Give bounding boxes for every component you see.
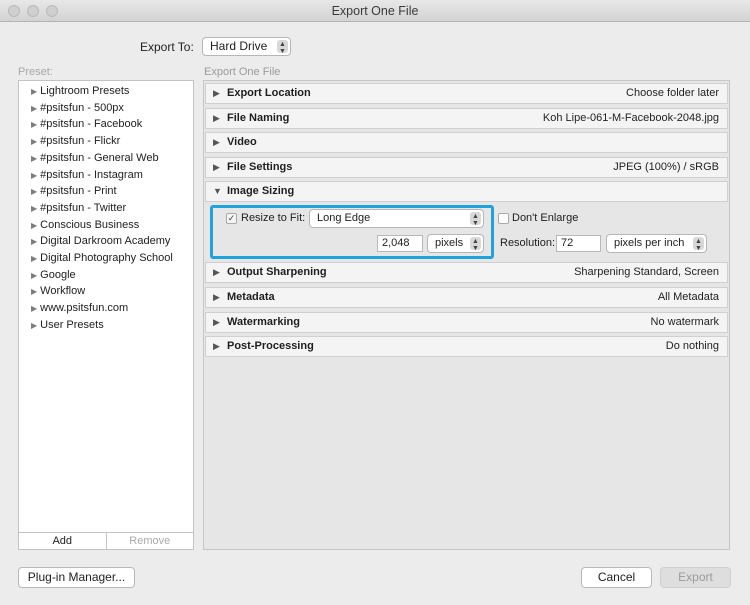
section-output-sharpening[interactable]: ▶ Output Sharpening Sharpening Standard,…: [205, 262, 728, 283]
disclosure-triangle-icon[interactable]: ▶: [213, 337, 220, 356]
section-image-sizing[interactable]: ▼ Image Sizing: [205, 181, 728, 202]
section-post-processing[interactable]: ▶ Post-Processing Do nothing: [205, 336, 728, 357]
section-metadata[interactable]: ▶ Metadata All Metadata: [205, 287, 728, 308]
disclosure-triangle-icon[interactable]: ▶: [213, 133, 220, 152]
resolution-unit-select[interactable]: pixels per inch ▲ ▼: [606, 234, 707, 253]
preset-item[interactable]: ▶ #psitsfun - Print: [31, 183, 117, 199]
add-preset-button[interactable]: Add: [19, 533, 107, 549]
disclosure-triangle-icon[interactable]: ▶: [31, 304, 37, 313]
export-settings-panel: ▶ Export Location Choose folder later ▶ …: [203, 80, 730, 550]
disclosure-triangle-icon[interactable]: ▶: [213, 109, 220, 128]
preset-list: ▶ Lightroom Presets ▶ #psitsfun - 500px ▶ #…: [18, 80, 194, 550]
disclosure-triangle-icon[interactable]: ▶: [31, 87, 37, 96]
disclosure-triangle-icon[interactable]: ▶: [31, 237, 37, 246]
export-to-select[interactable]: Hard Drive ▲ ▼: [202, 37, 291, 56]
disclosure-triangle-icon[interactable]: ▶: [31, 321, 37, 330]
preset-item[interactable]: ▶ User Presets: [31, 317, 104, 333]
disclosure-triangle-icon[interactable]: ▶: [31, 137, 37, 146]
section-watermarking[interactable]: ▶ Watermarking No watermark: [205, 311, 728, 333]
preset-buttons: Add Remove: [19, 532, 193, 549]
disclosure-triangle-icon[interactable]: ▶: [31, 221, 37, 230]
disclosure-triangle-icon[interactable]: ▶: [213, 158, 220, 177]
disclosure-triangle-icon[interactable]: ▶: [31, 154, 37, 163]
preset-item[interactable]: ▶ #psitsfun - Instagram: [31, 167, 143, 183]
section-video[interactable]: ▶ Video: [205, 132, 728, 153]
remove-preset-button[interactable]: Remove: [107, 533, 194, 549]
cancel-button[interactable]: Cancel: [581, 567, 652, 588]
disclosure-triangle-icon[interactable]: ▶: [213, 263, 220, 282]
preset-item[interactable]: ▶ Conscious Business: [31, 217, 139, 233]
disclosure-triangle-icon[interactable]: ▶: [31, 254, 37, 263]
stepper-icon: ▲ ▼: [277, 40, 288, 55]
preset-item[interactable]: ▶ Digital Photography School: [31, 250, 173, 266]
export-button[interactable]: Export: [660, 567, 731, 588]
preset-item[interactable]: ▶ #psitsfun - General Web: [31, 150, 159, 166]
plugin-manager-button[interactable]: Plug-in Manager...: [18, 567, 135, 588]
preset-item[interactable]: ▶ #psitsfun - Twitter: [31, 200, 126, 216]
title-bar: Export One File: [0, 0, 750, 22]
disclosure-triangle-icon[interactable]: ▶: [31, 187, 37, 196]
stepper-icon: ▲ ▼: [693, 237, 704, 252]
preset-heading: Preset:: [18, 66, 53, 78]
preset-item[interactable]: ▶ www.psitsfun.com: [31, 300, 128, 316]
preset-item[interactable]: ▶ #psitsfun - Facebook: [31, 116, 142, 132]
disclosure-triangle-icon[interactable]: ▶: [213, 313, 220, 332]
dont-enlarge-checkbox[interactable]: [498, 213, 509, 224]
section-file-settings[interactable]: ▶ File Settings JPEG (100%) / sRGB: [205, 156, 728, 178]
dont-enlarge-label: Don't Enlarge: [512, 212, 579, 224]
disclosure-triangle-icon[interactable]: ▶: [31, 120, 37, 129]
export-to-label: Export To:: [140, 40, 194, 54]
disclosure-triangle-icon[interactable]: ▶: [31, 171, 37, 180]
disclosure-triangle-icon[interactable]: ▶: [31, 271, 37, 280]
disclosure-triangle-icon[interactable]: ▶: [31, 204, 37, 213]
export-to-value: Hard Drive: [210, 39, 268, 53]
preset-item[interactable]: ▶ Google: [31, 267, 76, 283]
preset-item[interactable]: ▶ Digital Darkroom Academy: [31, 233, 170, 249]
section-file-naming[interactable]: ▶ File Naming Koh Lipe-061-M-Facebook-20…: [205, 107, 728, 129]
section-export-location[interactable]: ▶ Export Location Choose folder later: [205, 83, 728, 104]
preset-item[interactable]: ▶ #psitsfun - 500px: [31, 100, 124, 116]
disclosure-triangle-expanded-icon[interactable]: ▼: [213, 182, 222, 201]
preset-item[interactable]: ▶ Workflow: [31, 283, 85, 299]
resize-highlight-box: [210, 205, 494, 259]
preset-item[interactable]: ▶ Lightroom Presets: [31, 83, 129, 99]
disclosure-triangle-icon[interactable]: ▶: [213, 288, 220, 307]
export-panel-heading: Export One File: [204, 66, 281, 78]
resolution-label: Resolution:: [500, 237, 556, 249]
disclosure-triangle-icon[interactable]: ▶: [213, 84, 220, 103]
preset-item[interactable]: ▶ #psitsfun - Flickr: [31, 133, 120, 149]
window-title: Export One File: [331, 4, 419, 18]
disclosure-triangle-icon[interactable]: ▶: [31, 104, 37, 113]
disclosure-triangle-icon[interactable]: ▶: [31, 287, 37, 296]
resolution-input[interactable]: 72: [556, 235, 601, 252]
